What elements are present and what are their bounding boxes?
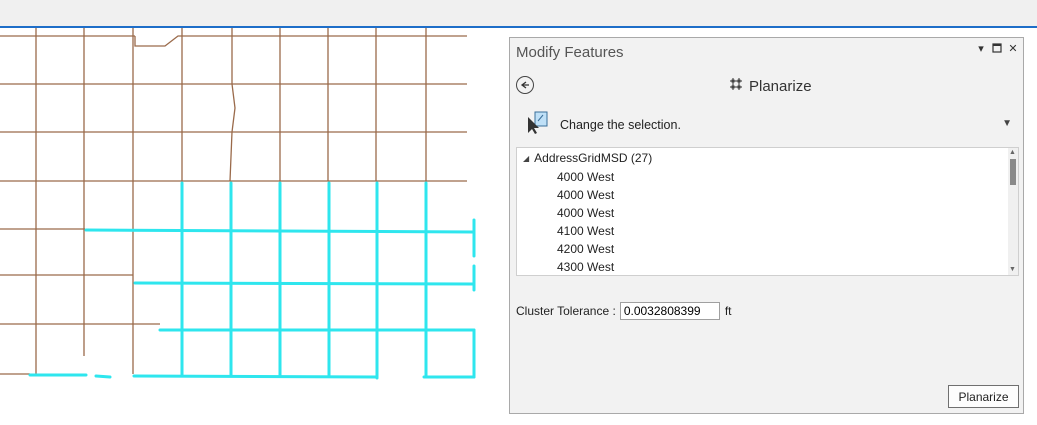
tree-layer-node[interactable]: ◢ AddressGridMSD (27) [523,151,652,165]
tree-scrollbar[interactable]: ▲ ▼ [1008,148,1018,275]
back-arrow-icon[interactable] [516,76,534,94]
cluster-tolerance-row: Cluster Tolerance : ft [516,302,732,320]
pane-options-caret-icon[interactable]: ▾ [975,43,987,55]
cluster-tolerance-input[interactable] [619,302,720,320]
tool-header: Planarize [728,76,812,97]
list-item[interactable]: 4000 West [557,204,614,222]
list-item[interactable]: 4000 West [557,168,614,186]
pane-title: Modify Features [516,44,624,61]
selected-road-lines [28,181,476,380]
list-item[interactable]: 4000 West [557,186,614,204]
selection-row[interactable]: Change the selection. ▼ [526,111,1016,140]
feature-list: 4000 West 4000 West 4000 West 4100 West … [557,168,614,275]
map-view[interactable] [0,28,505,425]
selection-dropdown-icon[interactable]: ▼ [1002,118,1012,129]
road-lines [0,28,467,375]
cluster-tolerance-label: Cluster Tolerance : [516,304,616,318]
top-ribbon-bar [0,0,1037,28]
scroll-down-icon[interactable]: ▼ [1009,266,1016,274]
tool-title: Planarize [749,78,812,95]
feature-tree: ◢ AddressGridMSD (27) 4000 West 4000 Wes… [516,147,1019,276]
pane-window-controls: ▾ ✕ [975,43,1019,55]
collapse-triangle-icon[interactable]: ◢ [523,154,529,163]
cluster-tolerance-unit: ft [724,304,732,318]
list-item[interactable]: 4300 West [557,258,614,275]
modify-features-pane: Modify Features ▾ ✕ Planarize Change the… [509,37,1024,414]
layer-label: AddressGridMSD (27) [534,151,653,165]
planarize-icon [728,76,744,97]
pane-close-icon[interactable]: ✕ [1007,43,1019,55]
planarize-button[interactable]: Planarize [948,385,1019,408]
scroll-up-icon[interactable]: ▲ [1009,149,1016,157]
scroll-thumb[interactable] [1010,159,1016,185]
list-item[interactable]: 4200 West [557,240,614,258]
pane-maximize-icon[interactable] [991,43,1003,55]
list-item[interactable]: 4100 West [557,222,614,240]
selection-hint: Change the selection. [560,118,681,132]
selection-cursor-icon [526,111,550,140]
map-canvas[interactable] [0,28,505,425]
